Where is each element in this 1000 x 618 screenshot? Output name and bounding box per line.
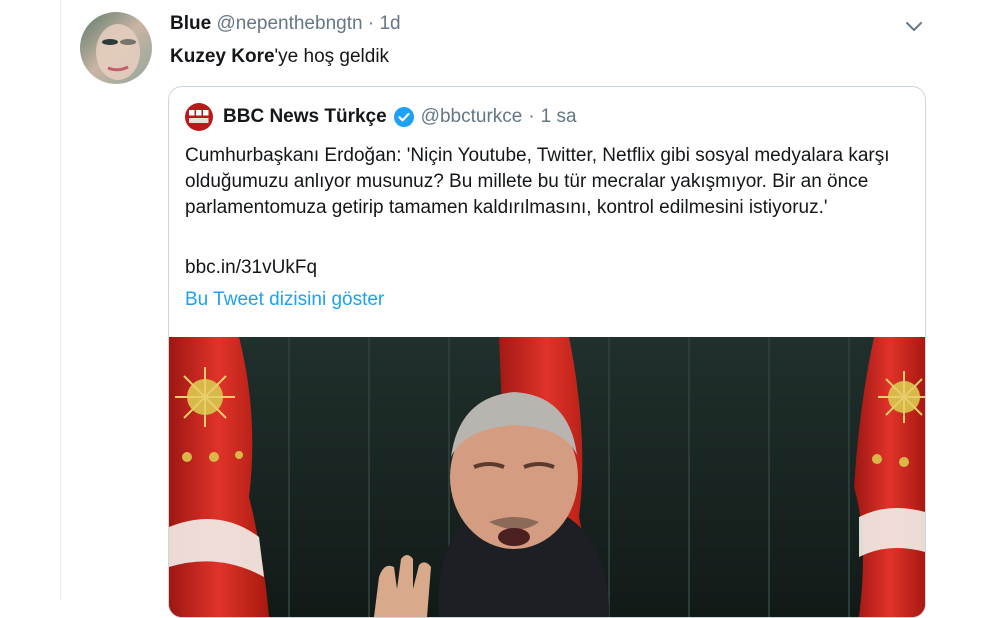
quoted-tweet-media[interactable]	[169, 337, 925, 617]
quoted-author-handle[interactable]: @bbcturkce	[421, 106, 523, 128]
quoted-timestamp[interactable]: 1 sa	[541, 106, 577, 128]
quoted-tweet-link[interactable]: bbc.in/31vUkFq	[185, 257, 317, 279]
timeline-divider	[60, 0, 61, 600]
author-handle[interactable]: @nepenthebngtn	[216, 13, 362, 34]
quoted-tweet-text: Cumhurbaşkanı Erdoğan: 'Niçin Youtube, T…	[185, 145, 890, 218]
quoted-tweet-card[interactable]: BBC News Türkçe @bbcturkce · 1 sa Cumhur…	[168, 86, 926, 618]
bbc-logo-icon[interactable]	[185, 103, 213, 131]
show-thread-link[interactable]: Bu Tweet dizisini göster	[185, 289, 384, 311]
tweet-timestamp[interactable]: 1d	[379, 13, 400, 34]
author-name[interactable]: Blue	[170, 13, 211, 34]
quoted-separator-dot: ·	[528, 106, 535, 127]
quoted-author-name[interactable]: BBC News Türkçe	[223, 106, 387, 128]
tweet-text-bold: Kuzey Kore	[170, 46, 275, 67]
tweet-header: Blue @nepenthebngtn · 1d	[170, 12, 401, 36]
separator-dot: ·	[367, 13, 375, 34]
tweet-text: Kuzey Kore'ye hoş geldik	[170, 45, 389, 69]
quoted-tweet-header: BBC News Türkçe @bbcturkce · 1 sa	[185, 103, 577, 131]
chevron-down-icon[interactable]	[902, 14, 926, 38]
avatar[interactable]	[80, 12, 152, 84]
verified-badge-icon	[393, 106, 415, 128]
tweet-text-rest: 'ye hoş geldik	[274, 46, 390, 67]
